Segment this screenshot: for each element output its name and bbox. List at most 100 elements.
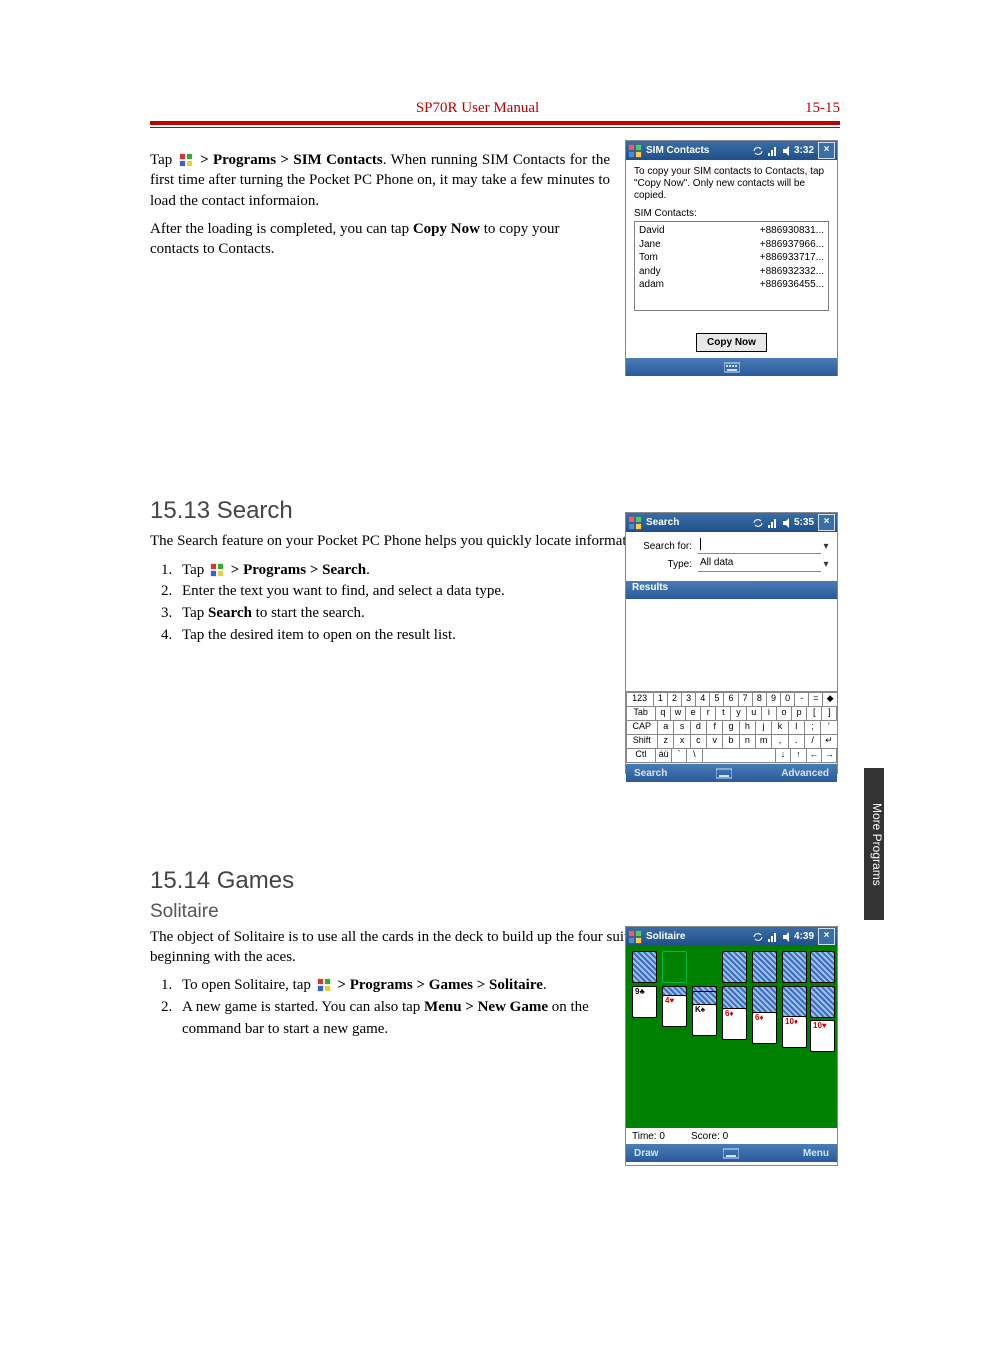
sip-key[interactable]: y: [730, 706, 746, 721]
sip-key[interactable]: .: [788, 734, 805, 749]
sip-key[interactable]: [: [806, 706, 822, 721]
foundation-3[interactable]: [782, 951, 807, 983]
sip-key[interactable]: [702, 748, 776, 763]
dropdown-icon[interactable]: ▾: [821, 559, 831, 570]
list-item[interactable]: David+886930831...: [639, 224, 824, 238]
sip-key[interactable]: Ctl: [626, 748, 657, 763]
sip-key[interactable]: b: [722, 734, 739, 749]
list-item[interactable]: adam+886936455...: [639, 278, 824, 292]
copy-now-button[interactable]: Copy Now: [696, 333, 767, 352]
list-item[interactable]: andy+886932332...: [639, 265, 824, 279]
sip-key[interactable]: ↑: [790, 748, 806, 763]
soft-key-draw[interactable]: Draw: [634, 1148, 658, 1159]
foundation-1[interactable]: [722, 951, 747, 983]
sip-key[interactable]: x: [673, 734, 690, 749]
sip-key[interactable]: d: [690, 720, 707, 735]
stock-pile[interactable]: [632, 951, 657, 983]
sip-key[interactable]: -: [794, 692, 809, 707]
sip-key[interactable]: g: [722, 720, 739, 735]
list-item[interactable]: Jane+886937966...: [639, 238, 824, 252]
keyboard-icon[interactable]: [723, 1147, 739, 1159]
sip-key[interactable]: v: [706, 734, 723, 749]
sip-key[interactable]: 6: [723, 692, 738, 707]
sip-key[interactable]: =: [808, 692, 823, 707]
tableau-card[interactable]: 10♥: [810, 1020, 835, 1052]
soft-key-menu[interactable]: Menu: [803, 1148, 829, 1159]
close-button[interactable]: ×: [818, 928, 835, 945]
tableau-card[interactable]: 4♥: [662, 995, 687, 1027]
tableau-card[interactable]: 6♦: [722, 1008, 747, 1040]
sip-key[interactable]: 3: [681, 692, 696, 707]
list-item[interactable]: Tom+886933717...: [639, 251, 824, 265]
foundation-2[interactable]: [752, 951, 777, 983]
close-button[interactable]: ×: [818, 514, 835, 531]
sip-key[interactable]: /: [804, 734, 821, 749]
tableau-back[interactable]: [810, 986, 835, 1018]
sip-key[interactable]: z: [657, 734, 674, 749]
sip-key[interactable]: ←: [806, 748, 822, 763]
sip-key[interactable]: i: [761, 706, 777, 721]
sip-key[interactable]: k: [771, 720, 788, 735]
sip-key[interactable]: h: [739, 720, 756, 735]
sim-contact-list[interactable]: David+886930831... Jane+886937966... Tom…: [634, 221, 829, 311]
sip-key[interactable]: `: [671, 748, 687, 763]
sip-key[interactable]: ↵: [820, 734, 837, 749]
sip-key[interactable]: áü: [655, 748, 671, 763]
tableau-card[interactable]: 6♦: [752, 1012, 777, 1044]
sip-key[interactable]: 7: [738, 692, 753, 707]
keyboard-icon[interactable]: [716, 767, 732, 779]
sip-key[interactable]: w: [670, 706, 686, 721]
keyboard-icon[interactable]: [724, 361, 740, 373]
soft-keyboard[interactable]: 1231234567890-=◆ Tabqwertyuiop[] CAPasdf…: [626, 691, 837, 764]
sip-key[interactable]: q: [655, 706, 671, 721]
results-list[interactable]: [626, 599, 837, 691]
start-icon[interactable]: [628, 144, 642, 158]
sip-key[interactable]: a: [657, 720, 674, 735]
sip-key[interactable]: Shift: [626, 734, 659, 749]
waste-slot[interactable]: [662, 951, 687, 983]
sip-key[interactable]: \: [686, 748, 702, 763]
searchfor-input[interactable]: [698, 539, 821, 554]
tableau-card[interactable]: 9♣: [632, 986, 657, 1018]
sip-key[interactable]: j: [755, 720, 772, 735]
sip-key[interactable]: ;: [804, 720, 821, 735]
sip-key[interactable]: p: [791, 706, 807, 721]
sip-key[interactable]: →: [821, 748, 837, 763]
close-button[interactable]: ×: [818, 142, 835, 159]
sip-key[interactable]: o: [776, 706, 792, 721]
sip-key[interactable]: ◆: [822, 692, 837, 707]
tableau-card[interactable]: K♠: [692, 1004, 717, 1036]
start-icon[interactable]: [628, 930, 642, 944]
dropdown-icon[interactable]: ▾: [821, 541, 831, 552]
solitaire-board[interactable]: 9♣4♥K♠6♦6♦10♦10♥: [626, 946, 837, 1128]
sip-key[interactable]: n: [739, 734, 756, 749]
sip-key[interactable]: ,: [771, 734, 788, 749]
sip-key[interactable]: 5: [709, 692, 724, 707]
sip-key[interactable]: ]: [821, 706, 837, 721]
start-icon[interactable]: [628, 516, 642, 530]
type-input[interactable]: All data: [698, 557, 821, 572]
sip-key[interactable]: 0: [780, 692, 795, 707]
tableau-back[interactable]: [782, 986, 807, 1018]
sip-key[interactable]: Tab: [626, 706, 656, 721]
sip-key[interactable]: e: [685, 706, 701, 721]
tableau-card[interactable]: 10♦: [782, 1016, 807, 1048]
sip-key[interactable]: 4: [695, 692, 710, 707]
sip-key[interactable]: u: [746, 706, 762, 721]
sip-key[interactable]: ↓: [775, 748, 791, 763]
sip-key[interactable]: l: [788, 720, 805, 735]
sip-key[interactable]: c: [690, 734, 707, 749]
sip-key[interactable]: 9: [766, 692, 781, 707]
sip-key[interactable]: 2: [667, 692, 682, 707]
soft-key-search[interactable]: Search: [634, 768, 667, 779]
sip-key[interactable]: f: [706, 720, 723, 735]
soft-key-advanced[interactable]: Advanced: [781, 768, 829, 779]
sip-key[interactable]: 1: [653, 692, 668, 707]
sip-key[interactable]: ': [820, 720, 837, 735]
foundation-4[interactable]: [810, 951, 835, 983]
sip-key[interactable]: CAP: [626, 720, 659, 735]
sip-key[interactable]: t: [715, 706, 731, 721]
sip-key[interactable]: r: [700, 706, 716, 721]
sip-key[interactable]: m: [755, 734, 772, 749]
sip-key[interactable]: 8: [752, 692, 767, 707]
